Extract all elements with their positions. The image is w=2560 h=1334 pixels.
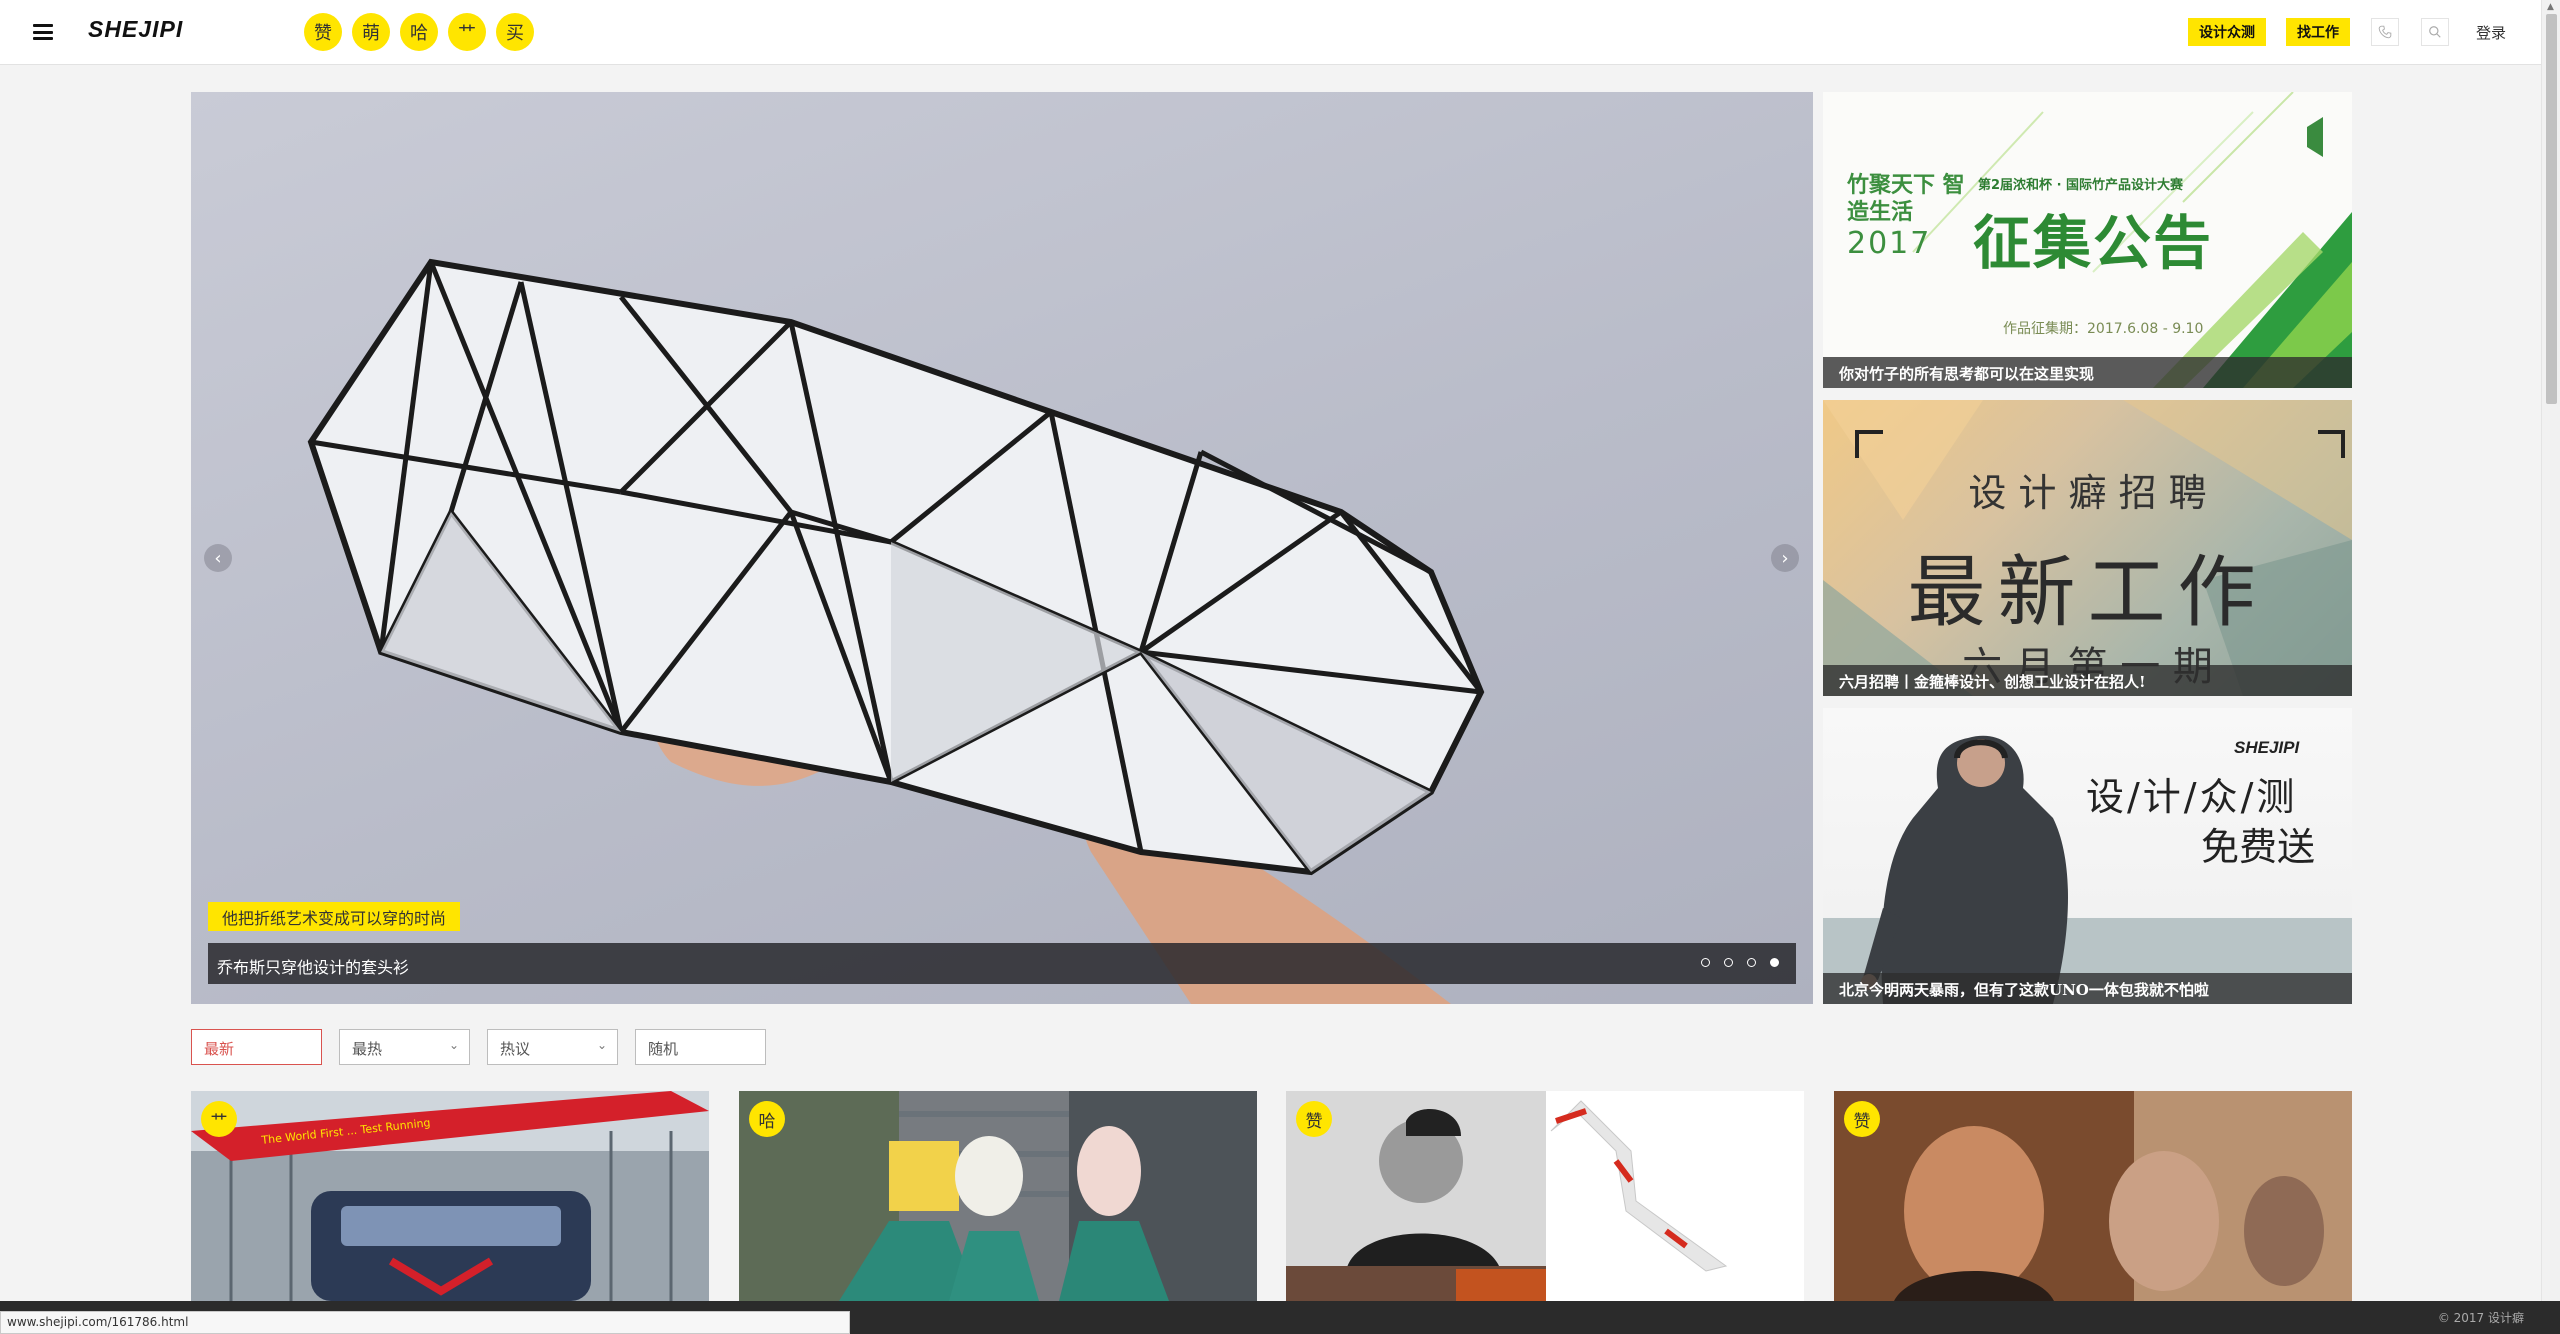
article-card[interactable]: 赞 — [1286, 1091, 1804, 1301]
hero-tag[interactable]: 他把折纸艺术变成可以穿的时尚 — [208, 902, 461, 931]
phone-icon[interactable] — [2371, 18, 2399, 46]
category-zan[interactable]: 赞 — [304, 13, 342, 51]
card-category-badge[interactable]: 艹 — [201, 1101, 237, 1137]
hero-image — [307, 258, 1485, 1004]
category-list: 赞 萌 哈 艹 买 — [304, 13, 534, 51]
hero-caption[interactable]: 乔布斯只穿他设计的套头衫 — [217, 954, 409, 978]
hero-caption-bar: 乔布斯只穿他设计的套头衫 — [208, 943, 1796, 984]
filter-latest[interactable]: 最新 — [191, 1029, 322, 1065]
site-header: SHEJIPI 赞 萌 哈 艹 买 设计众测 找工作 登录 — [0, 0, 2560, 65]
side-banner-bamboo[interactable]: 竹聚天下 智造生活 2017 第2届浓和杯 · 国际竹产品设计大赛 征集公告 作… — [1823, 92, 2352, 388]
bamboo-year: 2017 — [1847, 226, 1932, 261]
card-category-badge[interactable]: 哈 — [749, 1101, 785, 1137]
side-caption-3[interactable]: 北京今明两天暴雨，但有了这款UNO一体包我就不怕啦 — [1823, 973, 2352, 1004]
slider-dot-4[interactable] — [1770, 958, 1779, 967]
bamboo-dates: 作品征集期：2017.6.08 - 9.10 — [2003, 321, 2204, 337]
page-scrollbar[interactable]: ▲ — [2541, 0, 2560, 1301]
category-ha[interactable]: 哈 — [400, 13, 438, 51]
side-caption-1[interactable]: 你对竹子的所有思考都可以在这里实现 — [1823, 357, 2352, 388]
slider-prev-icon[interactable]: ‹ — [204, 544, 232, 572]
chevron-down-icon: ⌄ — [596, 1038, 607, 1052]
article-card[interactable]: The World First ... Test Running 艹 — [191, 1091, 709, 1301]
copyright: © 2017 设计癖 — [2437, 1311, 2524, 1325]
slider-next-icon[interactable]: › — [1771, 544, 1799, 572]
test-banner-brand: SHEJIPI — [2234, 738, 2300, 757]
slider-dot-2[interactable] — [1724, 958, 1733, 967]
scroll-thumb[interactable] — [2546, 14, 2557, 404]
card-category-badge[interactable]: 赞 — [1844, 1101, 1880, 1137]
article-image-designer — [1286, 1091, 1728, 1301]
bamboo-slogan: 竹聚天下 智造生活 — [1847, 173, 1965, 225]
filter-hottest-label: 最热 — [352, 1040, 383, 1058]
filter-latest-label: 最新 — [204, 1040, 235, 1058]
side-banner-recruit[interactable]: 设 计 癖 招 聘 最新工作 六 月 第 一 期 六月招聘丨金箍棒设计、创想工业… — [1823, 400, 2352, 696]
design-test-button[interactable]: 设计众测 — [2188, 18, 2266, 46]
test-banner-line1: 设/计/众/测 — [2086, 775, 2298, 819]
article-card[interactable]: 赞 — [1834, 1091, 2352, 1301]
category-mai[interactable]: 买 — [496, 13, 534, 51]
filter-random[interactable]: 随机 — [635, 1029, 766, 1065]
hero-slider[interactable]: ‹ › 他把折纸艺术变成可以穿的时尚 乔布斯只穿他设计的套头衫 — [191, 92, 1813, 1004]
bamboo-subtitle: 第2届浓和杯 · 国际竹产品设计大赛 — [1978, 178, 2184, 193]
hamburger-menu-icon[interactable] — [33, 24, 53, 40]
category-meng[interactable]: 萌 — [352, 13, 390, 51]
article-image-people — [1834, 1091, 2352, 1301]
article-card[interactable]: 哈 — [739, 1091, 1257, 1301]
filter-hottest[interactable]: 最热 ⌄ — [339, 1029, 470, 1065]
recruit-line1: 设 计 癖 招 聘 — [1968, 471, 2207, 515]
site-logo[interactable]: SHEJIPI — [88, 16, 183, 43]
article-image-bus — [191, 1091, 709, 1301]
filter-discussed-label: 热议 — [500, 1040, 531, 1058]
login-link[interactable]: 登录 — [2476, 22, 2506, 43]
filter-random-label: 随机 — [648, 1040, 679, 1058]
card-category-badge[interactable]: 赞 — [1296, 1101, 1332, 1137]
scroll-up-icon[interactable]: ▲ — [2547, 2, 2554, 12]
test-banner-line2: 免费送 — [2201, 825, 2316, 869]
chevron-down-icon: ⌄ — [448, 1038, 459, 1052]
side-caption-2[interactable]: 六月招聘丨金箍棒设计、创想工业设计在招人! — [1823, 665, 2352, 696]
side-banner-test[interactable]: SHEJIPI 设/计/众/测 免费送 北京今明两天暴雨，但有了这款UNO一体包… — [1823, 708, 2352, 1004]
recruit-line2: 最新工作 — [1907, 548, 2268, 638]
slider-dot-3[interactable] — [1747, 958, 1756, 967]
slider-dot-1[interactable] — [1701, 958, 1710, 967]
browser-status-url: www.shejipi.com/161786.html — [0, 1311, 850, 1334]
find-job-button[interactable]: 找工作 — [2286, 18, 2350, 46]
search-icon[interactable] — [2421, 18, 2449, 46]
bamboo-title: 征集公告 — [1973, 209, 2214, 277]
article-image-costumes — [739, 1091, 1257, 1301]
filter-discussed[interactable]: 热议 ⌄ — [487, 1029, 618, 1065]
category-cao[interactable]: 艹 — [448, 13, 486, 51]
slider-dots — [1701, 958, 1779, 967]
